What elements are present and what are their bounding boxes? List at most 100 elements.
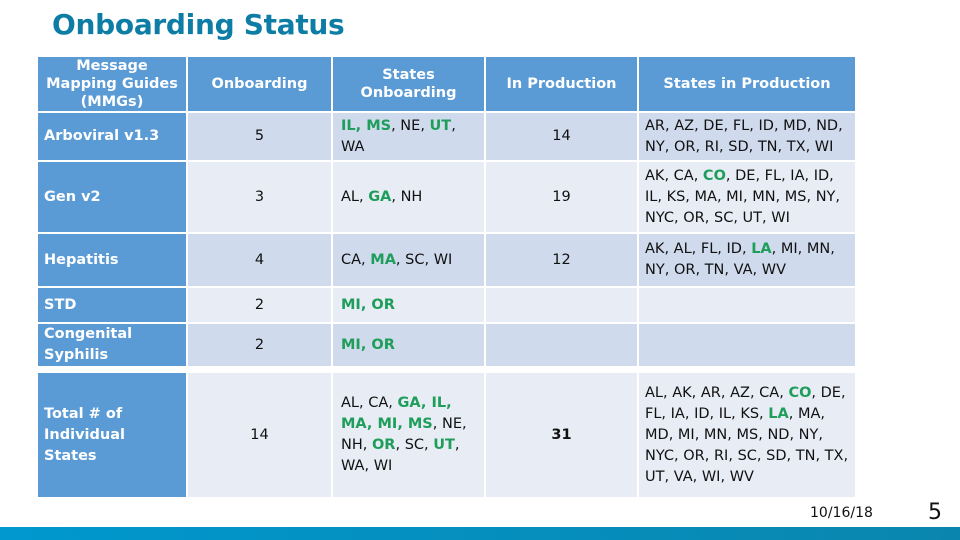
state-code: WV bbox=[729, 468, 754, 485]
state-code: OR bbox=[683, 447, 705, 464]
state-code: VA bbox=[673, 468, 693, 485]
state-code: NY bbox=[815, 188, 836, 205]
state-code: SD bbox=[728, 138, 749, 155]
states-in-production: AK, CA, CO, DE, FL, IA, ID, IL, KS, MA, … bbox=[639, 162, 855, 232]
state-code: MA bbox=[694, 188, 717, 205]
state-code: TN bbox=[795, 447, 816, 464]
states-onboarding: MI, OR bbox=[333, 324, 484, 366]
state-code: WI bbox=[433, 251, 453, 268]
separator: , bbox=[818, 426, 823, 443]
state-code: MA bbox=[370, 251, 396, 268]
header-in-production: In Production bbox=[486, 57, 637, 111]
state-code: SD bbox=[766, 447, 787, 464]
onboarding-status-table: Message Mapping Guides (MMGs) Onboarding… bbox=[36, 55, 857, 499]
onboarding-count: 3 bbox=[188, 162, 331, 232]
state-code: ID bbox=[694, 405, 710, 422]
table-row: STD 2 MI, OR bbox=[38, 288, 855, 322]
state-code: AL bbox=[341, 395, 359, 411]
state-code: AK bbox=[645, 167, 665, 184]
separator: , bbox=[840, 384, 846, 401]
state-code: RI bbox=[704, 138, 720, 155]
separator: , bbox=[424, 437, 434, 453]
separator: , bbox=[664, 241, 674, 257]
state-code: OR bbox=[683, 209, 705, 226]
state-code: LA bbox=[751, 241, 772, 257]
separator: , bbox=[685, 188, 695, 205]
state-code: UT bbox=[429, 117, 452, 134]
separator: , bbox=[674, 447, 684, 464]
separator: , bbox=[664, 167, 674, 184]
separator: , bbox=[759, 405, 769, 422]
separator: , bbox=[695, 138, 705, 155]
separator: , bbox=[694, 426, 704, 443]
state-code: MS bbox=[736, 426, 759, 443]
state-code: DE bbox=[735, 167, 756, 184]
states-onboarding: IL, MS, NE, UT, WA bbox=[333, 113, 484, 160]
separator: , bbox=[830, 241, 835, 257]
separator: , bbox=[704, 447, 714, 464]
table-header-row: Message Mapping Guides (MMGs) Onboarding… bbox=[38, 57, 855, 111]
in-production-count bbox=[486, 288, 637, 322]
state-code: MA bbox=[797, 405, 821, 422]
state-code: ID bbox=[813, 167, 830, 184]
onboarding-count: 5 bbox=[188, 113, 331, 160]
separator: , bbox=[720, 468, 730, 485]
in-production-count: 14 bbox=[486, 113, 637, 160]
in-production-count: 12 bbox=[486, 234, 637, 286]
state-code: OR bbox=[371, 336, 395, 353]
state-code: TX bbox=[824, 447, 844, 464]
separator: , bbox=[395, 437, 405, 453]
separator: , bbox=[664, 468, 674, 485]
state-code: NYC bbox=[645, 209, 675, 226]
separator: , bbox=[829, 167, 834, 184]
state-code: MI bbox=[726, 188, 743, 205]
state-code: MN bbox=[703, 426, 728, 443]
state-code: MS bbox=[407, 416, 433, 432]
separator: , bbox=[420, 117, 430, 134]
separator: , bbox=[362, 437, 372, 453]
states-onboarding: AL, GA, NH bbox=[333, 162, 484, 232]
states-in-production: AK, AL, FL, ID, LA, MI, MN, NY, OR, TN, … bbox=[639, 234, 855, 286]
separator: , bbox=[725, 167, 736, 184]
state-code: MS bbox=[784, 188, 807, 205]
states-in-production bbox=[639, 288, 855, 322]
state-code: NY bbox=[645, 138, 665, 155]
state-code: OR bbox=[371, 437, 396, 453]
row-spacer bbox=[38, 368, 855, 371]
separator: , bbox=[359, 395, 369, 411]
separator: , bbox=[811, 384, 821, 401]
onboarding-count: 2 bbox=[188, 288, 331, 322]
state-code: MN bbox=[752, 188, 776, 205]
state-code: MA bbox=[341, 416, 367, 432]
separator: , bbox=[773, 117, 784, 134]
separator: , bbox=[665, 117, 675, 134]
separator: , bbox=[762, 209, 772, 226]
state-code: IA bbox=[670, 405, 685, 422]
state-code: IL bbox=[341, 117, 356, 134]
state-code: MI bbox=[677, 426, 695, 443]
table-row: Congenital Syphilis 2 MI, OR bbox=[38, 324, 855, 366]
page-number: 5 bbox=[928, 500, 942, 525]
separator: , bbox=[733, 209, 743, 226]
state-code: MD bbox=[645, 426, 669, 443]
state-code: AZ bbox=[674, 117, 695, 134]
separator: , bbox=[835, 188, 841, 205]
separator: , bbox=[366, 416, 378, 432]
separator: , bbox=[657, 188, 667, 205]
table-row: Hepatitis 4 CA, MA, SC, WI 12 AK, AL, FL, ID… bbox=[38, 234, 855, 286]
state-code: CA bbox=[673, 167, 694, 184]
separator: , bbox=[843, 447, 849, 464]
separator: , bbox=[704, 209, 714, 226]
state-code: NE bbox=[400, 117, 421, 134]
states-onboarding: CA, MA, SC, WI bbox=[333, 234, 484, 286]
states-in-production bbox=[639, 324, 855, 366]
state-code: NH bbox=[400, 188, 423, 205]
table-total-row: Total # of Individual States 14 AL, CA, GA… bbox=[38, 373, 855, 497]
mmg-name: Congenital Syphilis bbox=[38, 324, 186, 366]
separator: , bbox=[361, 251, 371, 268]
state-code: MI bbox=[341, 296, 361, 313]
bottom-accent-bar bbox=[0, 527, 960, 540]
state-code: NY bbox=[645, 262, 665, 278]
separator: , bbox=[454, 437, 460, 453]
separator: , bbox=[728, 447, 738, 464]
